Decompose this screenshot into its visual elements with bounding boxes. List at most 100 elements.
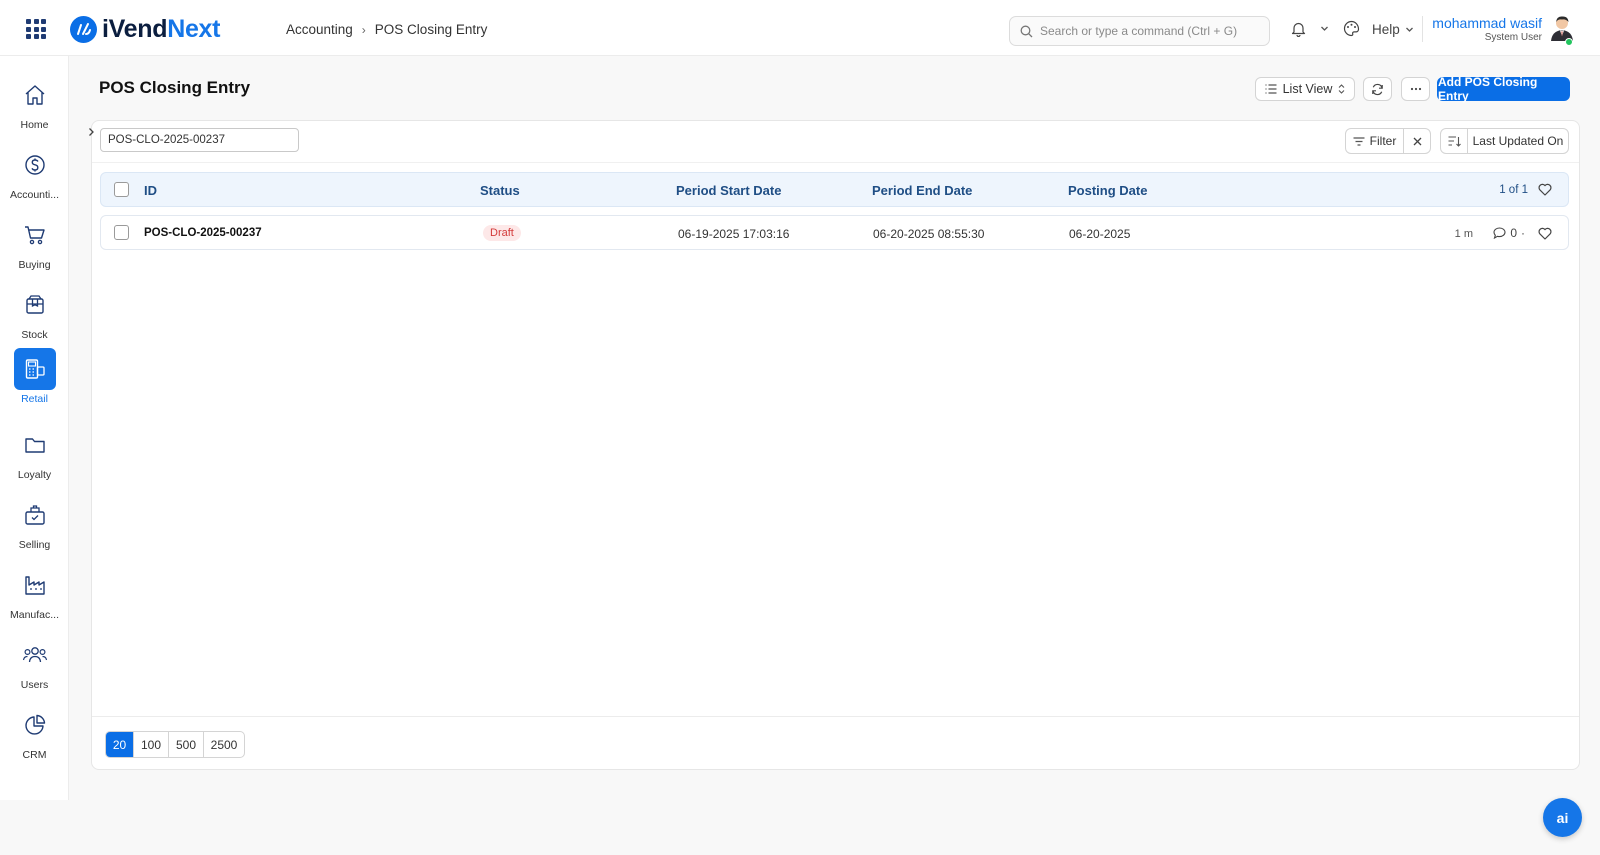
sidebar-item-label: Manufac... <box>9 609 60 621</box>
sidebar-item-retail[interactable]: Retail <box>0 348 69 414</box>
status-badge: Draft <box>483 225 521 241</box>
page-length-100[interactable]: 100 <box>134 732 169 757</box>
sidebar-item-loyalty[interactable]: Loyalty <box>0 424 69 490</box>
row-period-start-date: 06-19-2025 17:03:16 <box>678 227 790 241</box>
sidebar-item-manufacturing[interactable]: Manufac... <box>0 564 69 630</box>
row-id-link[interactable]: POS-CLO-2025-00237 <box>144 227 262 239</box>
column-header-id[interactable]: ID <box>144 183 157 198</box>
ai-assistant-button[interactable]: ai <box>1543 798 1582 837</box>
page-length-20[interactable]: 20 <box>106 732 134 757</box>
chevron-right-icon <box>88 128 94 136</box>
row-modified-time: 1 m <box>1454 228 1473 240</box>
help-menu[interactable]: Help <box>1372 22 1414 37</box>
table-header: ID Status Period Start Date Period End D… <box>100 172 1569 207</box>
palette-icon[interactable] <box>1343 20 1360 37</box>
user-name: mohammad wasif <box>1432 15 1542 31</box>
bag-icon <box>24 505 45 525</box>
row-posting-date: 06-20-2025 <box>1069 227 1131 241</box>
cart-icon <box>24 226 45 245</box>
box-icon <box>25 295 44 314</box>
factory-icon <box>24 576 45 595</box>
sidebar-item-home[interactable]: Home <box>0 74 69 140</box>
logo-mark-icon <box>70 15 97 43</box>
row-period-end-date: 06-20-2025 08:55:30 <box>873 227 985 241</box>
dollar-icon <box>24 155 45 175</box>
page-length-500[interactable]: 500 <box>169 732 204 757</box>
column-header-posting-date[interactable]: Posting Date <box>1068 183 1147 198</box>
sidebar-item-label: Loyalty <box>17 469 52 481</box>
filter-icon <box>1353 136 1365 146</box>
select-all-checkbox[interactable] <box>114 182 129 197</box>
sidebar-item-selling[interactable]: Selling <box>0 494 69 560</box>
add-pos-closing-entry-button[interactable]: Add POS Closing Entry <box>1437 75 1570 103</box>
breadcrumb-separator-icon: › <box>361 22 366 37</box>
sidebar-item-label: Retail <box>21 393 48 405</box>
separator-dot: · <box>1521 226 1525 240</box>
app-logo[interactable]: iVendNext <box>70 14 220 44</box>
folder-icon <box>24 438 45 453</box>
list-view-switcher[interactable]: List View <box>1255 77 1355 101</box>
sort-field-label: Last Updated On <box>1472 134 1564 148</box>
heart-icon[interactable] <box>1538 183 1552 196</box>
heart-icon[interactable] <box>1538 227 1552 240</box>
help-label: Help <box>1372 22 1400 37</box>
sort-descending-icon <box>1448 135 1461 147</box>
list-view-label: List View <box>1282 82 1333 96</box>
awesome-bar <box>1009 16 1270 46</box>
row-checkbox[interactable] <box>114 225 129 240</box>
column-header-status[interactable]: Status <box>480 183 520 198</box>
ellipsis-icon <box>1410 87 1421 91</box>
sort-field-selector[interactable]: Last Updated On <box>1467 128 1569 154</box>
users-icon <box>22 647 47 663</box>
apps-grid-icon[interactable] <box>26 19 46 39</box>
column-header-period-end-date[interactable]: Period End Date <box>872 183 972 198</box>
filter-button[interactable]: Filter <box>1345 128 1404 154</box>
sidebar-item-label: Home <box>20 119 49 131</box>
sidebar-item-label: Accounti... <box>9 189 60 201</box>
column-header-period-start-date[interactable]: Period Start Date <box>676 183 781 198</box>
home-icon <box>25 85 44 105</box>
sidebar-item-label: Buying <box>18 259 51 271</box>
sidebar-item-label: Users <box>20 679 49 691</box>
filter-label: Filter <box>1369 134 1397 148</box>
online-status-dot <box>1565 38 1573 46</box>
logo-text: iVendNext <box>102 14 221 43</box>
page-length-2500[interactable]: 2500 <box>204 732 244 757</box>
comment-count: 0 <box>1510 226 1517 240</box>
sidebar-item-crm[interactable]: CRM <box>0 704 69 770</box>
toggle-sidebar-button[interactable] <box>85 123 97 141</box>
id-filter-input[interactable] <box>100 128 299 152</box>
ai-button-label: ai <box>1556 809 1569 826</box>
divider <box>92 716 1579 717</box>
sidebar-item-buying[interactable]: Buying <box>0 214 69 280</box>
comment-icon <box>1493 227 1506 239</box>
row-comment-count[interactable]: 0 · <box>1493 226 1525 240</box>
refresh-icon <box>1372 83 1383 95</box>
sidebar-item-accounting[interactable]: Accounti... <box>0 144 69 210</box>
clear-filters-button[interactable] <box>1403 128 1431 154</box>
breadcrumb-pos-closing-entry[interactable]: POS Closing Entry <box>375 22 488 37</box>
breadcrumb-accounting[interactable]: Accounting <box>286 22 353 37</box>
sidebar-item-label: CRM <box>22 749 47 761</box>
page-title: POS Closing Entry <box>99 78 251 97</box>
pos-terminal-icon <box>25 359 45 379</box>
notification-bell-icon[interactable] <box>1291 21 1306 37</box>
table-row[interactable]: POS-CLO-2025-00237 Draft 06-19-2025 17:0… <box>100 215 1569 250</box>
sidebar-item-label: Selling <box>18 539 51 551</box>
sidebar-item-label: Stock <box>21 329 48 341</box>
top-navbar: iVendNext Accounting › POS Closing Entry… <box>0 0 1600 56</box>
chevron-down-icon <box>1405 27 1413 32</box>
refresh-button[interactable] <box>1363 77 1392 101</box>
sort-caret-icon <box>1339 84 1345 94</box>
pie-chart-icon <box>24 714 45 735</box>
sort-direction-button[interactable] <box>1440 128 1468 154</box>
search-input[interactable] <box>1040 24 1260 38</box>
sidebar-item-stock[interactable]: Stock <box>0 284 69 350</box>
more-options-button[interactable] <box>1401 77 1430 101</box>
chevron-down-icon[interactable] <box>1320 24 1329 33</box>
sidebar-item-users[interactable]: Users <box>0 634 69 700</box>
user-menu[interactable]: mohammad wasif System User <box>1432 15 1542 43</box>
search-icon <box>1020 25 1033 37</box>
record-count: 1 of 1 <box>1499 184 1528 196</box>
module-sidebar: Home Accounti... Buying Stock Retail Loy… <box>0 56 69 800</box>
